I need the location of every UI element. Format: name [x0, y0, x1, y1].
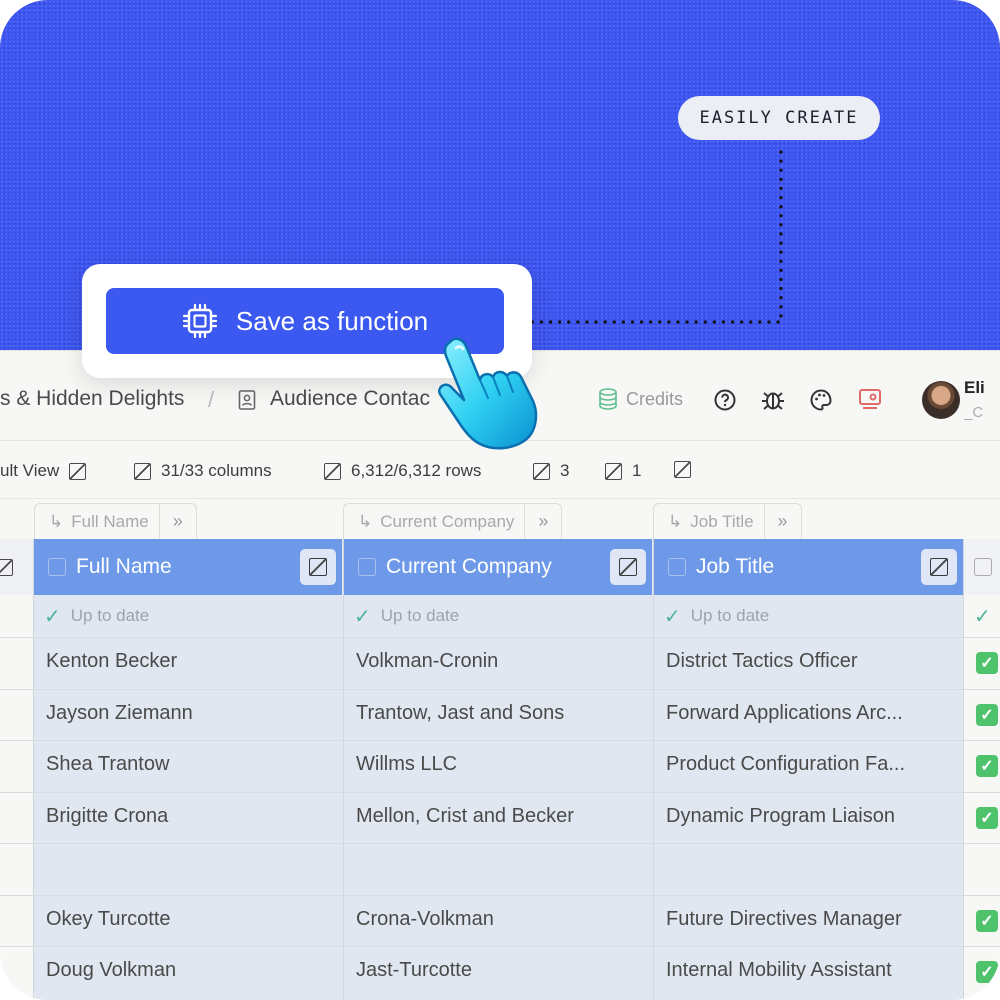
view-selector[interactable]: ult View [0, 461, 87, 481]
status-full-name: ✓ Up to date [44, 605, 150, 628]
column-type-icon [0, 558, 13, 576]
checkmark-icon: ✓ [976, 806, 998, 829]
checkmark-icon: ✓ [976, 703, 998, 726]
more-button[interactable] [674, 461, 691, 478]
table-cell[interactable]: Crona-Volkman [356, 908, 494, 931]
data-table: Full Name Current Company Job Title ✓ Up … [0, 539, 1000, 1000]
column-header-next[interactable] [964, 539, 1000, 595]
table-cell[interactable]: District Tactics Officer [666, 650, 858, 673]
columns-button[interactable]: 31/33 columns [134, 461, 272, 481]
checkmark-icon: ✓ [976, 652, 998, 674]
table-cell[interactable]: Mellon, Crist and Becker [356, 805, 574, 828]
table-cell[interactable]: Future Directives Manager [666, 908, 902, 931]
check-icon: ✓ [664, 605, 681, 628]
group-label: Job Title [690, 511, 754, 531]
expand-chevrons-icon[interactable]: » [525, 504, 561, 539]
rows-icon [324, 462, 341, 480]
column-header-full-name[interactable]: Full Name [34, 539, 342, 595]
save-button-label: Save as function [235, 305, 429, 336]
more-icon [674, 461, 691, 478]
column-header-label: Current Company [386, 555, 552, 578]
table-cell[interactable]: Product Configuration Fa... [666, 753, 905, 776]
promo-frame: EASILY CREATE s & Hidden Delights / Audi… [0, 0, 1000, 1000]
table-cell[interactable]: Doug Volkman [46, 959, 176, 982]
placeholder-icon [69, 462, 87, 480]
check-icon: ✓ [974, 605, 991, 628]
checkmark-icon: ✓ [976, 755, 998, 777]
columns-label: 31/33 columns [161, 461, 272, 480]
rows-button[interactable]: 6,312/6,312 rows [324, 461, 481, 481]
column-header-job-title[interactable]: Job Title [654, 539, 963, 595]
group-label: Current Company [380, 511, 515, 531]
cpu-chip-icon [974, 558, 992, 576]
table-cell[interactable]: Internal Mobility Assistant [666, 959, 892, 982]
table-cell[interactable]: Jayson Ziemann [46, 702, 193, 725]
column-header-label: Job Title [696, 555, 775, 578]
column-action-button[interactable] [610, 549, 646, 585]
filter-count: 3 [560, 461, 570, 480]
expand-chevrons-icon[interactable]: » [765, 504, 801, 539]
sort-button[interactable]: 1 [605, 461, 641, 481]
table-cell[interactable]: Forward Applications Arc... [666, 702, 903, 725]
sort-count: 1 [632, 461, 642, 480]
expand-chevrons-icon[interactable]: » [160, 504, 196, 539]
columns-icon [134, 462, 151, 480]
cpu-chip-icon [182, 303, 217, 339]
filter-button[interactable]: 3 [533, 461, 569, 481]
table-cell[interactable]: Trantow, Jast and Sons [356, 702, 564, 725]
checkmark-icon: ✓ [976, 909, 998, 932]
filter-icon [533, 462, 550, 480]
column-action-icon [309, 558, 327, 576]
group-tab-full-name[interactable]: ↳ Full Name » [34, 503, 197, 539]
group-tab-current-company[interactable]: ↳ Current Company » [343, 503, 563, 539]
view-label: ult View [0, 461, 60, 480]
column-header-label: Full Name [76, 555, 172, 578]
table-cell[interactable]: Shea Trantow [46, 753, 169, 776]
rows-label: 6,312/6,312 rows [351, 461, 482, 480]
pointer-hand-icon [438, 337, 538, 450]
status-next: ✓ [964, 595, 991, 637]
table-cell[interactable]: Okey Turcotte [46, 908, 171, 931]
checkmark-icon: ✓ [976, 961, 998, 983]
sort-icon [605, 462, 622, 480]
column-header-current-company[interactable]: Current Company [344, 539, 652, 595]
group-label: Full Name [71, 511, 149, 531]
column-action-icon [619, 558, 637, 576]
table-cell[interactable]: Dynamic Program Liaison [666, 805, 895, 828]
column-header-prev[interactable] [0, 539, 33, 595]
user-subtitle: _C [964, 404, 984, 421]
return-arrow-icon: ↳ [49, 511, 64, 531]
table-cell[interactable]: Kenton Becker [46, 650, 177, 673]
group-tab-job-title[interactable]: ↳ Job Title » [653, 503, 802, 539]
column-action-button[interactable] [300, 549, 336, 585]
table-cell[interactable]: Willms LLC [356, 753, 457, 776]
column-action-icon [930, 558, 948, 576]
column-type-icon [48, 558, 66, 576]
table-cell[interactable]: Brigitte Crona [46, 805, 168, 828]
column-type-icon [668, 558, 686, 576]
status-job-title: ✓ Up to date [664, 605, 770, 628]
column-type-icon [358, 558, 376, 576]
table-cell[interactable]: Jast-Turcotte [356, 959, 472, 982]
status-current-company: ✓ Up to date [354, 605, 460, 628]
table-cell[interactable]: Volkman-Cronin [356, 650, 498, 673]
check-icon: ✓ [354, 605, 371, 628]
column-action-button[interactable] [921, 549, 957, 585]
check-icon: ✓ [44, 605, 61, 628]
return-arrow-icon: ↳ [358, 511, 373, 531]
return-arrow-icon: ↳ [668, 511, 683, 531]
